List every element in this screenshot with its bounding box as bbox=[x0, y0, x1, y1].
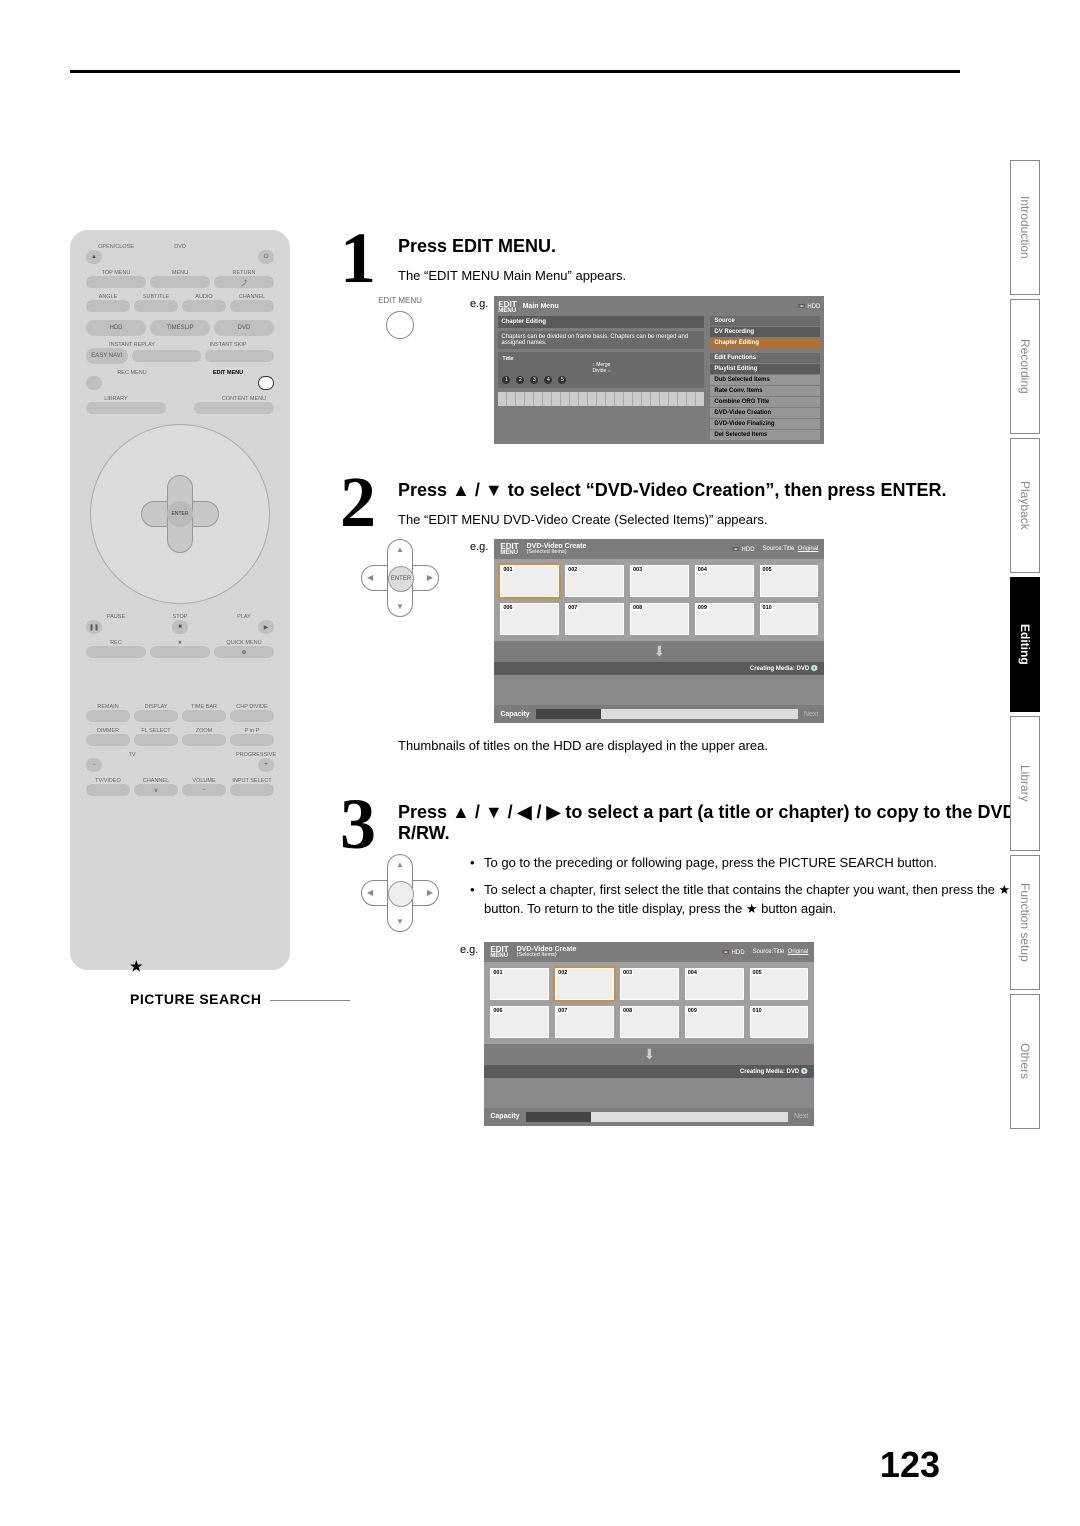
dimmer-button[interactable] bbox=[86, 734, 130, 746]
thumb bbox=[555, 1006, 614, 1038]
step-1: 1 Press EDIT MENU. The “EDIT MENU Main M… bbox=[340, 230, 1030, 444]
star-button[interactable] bbox=[150, 646, 210, 658]
edit-menu-button[interactable] bbox=[258, 376, 274, 390]
chp-divide-button[interactable] bbox=[230, 710, 274, 722]
page-number: 123 bbox=[880, 1444, 940, 1486]
eg-label: e.g. bbox=[470, 298, 488, 310]
pinp-button[interactable] bbox=[230, 734, 274, 746]
rec-button[interactable] bbox=[86, 646, 146, 658]
quick-menu-button[interactable]: ⊕ bbox=[214, 646, 274, 658]
channel-button[interactable] bbox=[230, 300, 274, 312]
step-3-title: Press ▲ / ▼ / ◀ / ▶ to select a part (a … bbox=[398, 802, 1030, 844]
thumb bbox=[555, 968, 614, 1000]
stop-button[interactable]: ■ bbox=[172, 620, 188, 634]
pause-button[interactable]: ❚❚ bbox=[86, 620, 102, 634]
step-2-title: Press ▲ / ▼ to select “DVD-Video Creatio… bbox=[398, 480, 1030, 501]
tab-introduction: Introduction bbox=[1010, 160, 1040, 295]
display-button[interactable] bbox=[134, 710, 178, 722]
angle-button[interactable] bbox=[86, 300, 130, 312]
screen-dvd-create-2: EDITMENU DVD-Video Create(Selected Items… bbox=[484, 942, 814, 1126]
tab-library: Library bbox=[1010, 716, 1040, 851]
instant-skip-button[interactable] bbox=[205, 350, 274, 362]
play-button[interactable]: ▶ bbox=[258, 620, 274, 634]
step-3: 3 Press ▲ / ▼ / ◀ / ▶ to select a part (… bbox=[340, 796, 1030, 1126]
return-button[interactable]: ⤴ bbox=[214, 276, 274, 288]
step-3-bullets: To go to the preceding or following page… bbox=[470, 854, 1030, 919]
step-2: 2 Press ▲ / ▼ to select “DVD-Video Creat… bbox=[340, 474, 1030, 766]
thumb bbox=[750, 968, 809, 1000]
thumb bbox=[490, 1006, 549, 1038]
easy-navi-button[interactable]: EASY NAVI bbox=[86, 348, 128, 364]
edit-menu-label: EDIT MENU bbox=[378, 296, 422, 305]
tab-others: Others bbox=[1010, 994, 1040, 1129]
remain-button[interactable] bbox=[86, 710, 130, 722]
library-button[interactable] bbox=[86, 402, 166, 414]
thumb bbox=[750, 1006, 809, 1038]
channel-updown-button[interactable]: ∨ bbox=[134, 784, 178, 796]
step-2-text: The “EDIT MENU DVD-Video Create (Selecte… bbox=[398, 511, 1030, 530]
screen-edit-main: EDITMENU Main Menu 📼 HDD Chapter Editing… bbox=[494, 296, 824, 444]
edit-menu-icon bbox=[386, 311, 414, 339]
audio-button[interactable] bbox=[182, 300, 226, 312]
remote-control: OPEN/CLOSE DVD ▲ ⏻ TOP MENU MENU RETURN bbox=[70, 230, 290, 970]
step-1-title: Press EDIT MENU. bbox=[398, 236, 1030, 257]
tab-function-setup: Function setup bbox=[1010, 855, 1040, 990]
thumb bbox=[630, 603, 689, 635]
step-2-note: Thumbnails of titles on the HDD are disp… bbox=[398, 737, 1030, 756]
thumb bbox=[695, 565, 754, 597]
tv-plus-button[interactable]: + bbox=[258, 758, 274, 772]
dpad-icon: ENTER ▲▼◀▶ bbox=[361, 539, 439, 617]
thumb bbox=[760, 603, 819, 635]
enter-button[interactable]: ENTER bbox=[167, 501, 193, 527]
timeslip-button[interactable]: TIMESLIP bbox=[150, 320, 210, 336]
open-close-button[interactable]: ▲ bbox=[86, 250, 102, 264]
thumb bbox=[500, 565, 559, 597]
power-button[interactable]: ⏻ bbox=[258, 250, 274, 264]
tab-editing: Editing bbox=[1010, 577, 1040, 712]
instant-replay-button[interactable] bbox=[132, 350, 201, 362]
thumb bbox=[490, 968, 549, 1000]
tab-playback: Playback bbox=[1010, 438, 1040, 573]
hdd-button[interactable]: HDD bbox=[86, 320, 146, 336]
thumb bbox=[565, 603, 624, 635]
rec-menu-button[interactable] bbox=[86, 376, 102, 390]
thumb bbox=[620, 968, 679, 1000]
menu-button[interactable] bbox=[150, 276, 210, 288]
nav-ring[interactable]: ENTER bbox=[90, 424, 270, 604]
top-menu-button[interactable] bbox=[86, 276, 146, 288]
remote-top-labels: OPEN/CLOSE DVD bbox=[84, 244, 276, 250]
eg-label: e.g. bbox=[460, 944, 478, 956]
fl-select-button[interactable] bbox=[134, 734, 178, 746]
thumb bbox=[500, 603, 559, 635]
thumb bbox=[685, 968, 744, 1000]
tv-video-button[interactable] bbox=[86, 784, 130, 796]
step-1-text: The “EDIT MENU Main Menu” appears. bbox=[398, 267, 1030, 286]
zoom-button[interactable] bbox=[182, 734, 226, 746]
side-tabs: Introduction Recording Playback Editing … bbox=[1010, 160, 1040, 1129]
picture-search-callout: ★PICTURE SEARCH bbox=[130, 958, 350, 1007]
input-select-button[interactable] bbox=[230, 784, 274, 796]
content-menu-button[interactable] bbox=[194, 402, 274, 414]
thumb bbox=[630, 565, 689, 597]
dvd-button[interactable]: DVD bbox=[214, 320, 274, 336]
thumb bbox=[760, 565, 819, 597]
top-rule bbox=[70, 70, 960, 73]
thumb bbox=[565, 565, 624, 597]
tv-minus-button[interactable]: − bbox=[86, 758, 102, 772]
thumb bbox=[695, 603, 754, 635]
eg-label: e.g. bbox=[470, 541, 488, 553]
subtitle-button[interactable] bbox=[134, 300, 178, 312]
time-bar-button[interactable] bbox=[182, 710, 226, 722]
screen-dvd-create-1: EDITMENU DVD-Video Create(Selected Items… bbox=[494, 539, 824, 723]
thumb bbox=[620, 1006, 679, 1038]
tab-recording: Recording bbox=[1010, 299, 1040, 434]
dpad-icon: ▲▼◀▶ bbox=[361, 854, 439, 932]
thumb bbox=[685, 1006, 744, 1038]
volume-button[interactable]: − bbox=[182, 784, 226, 796]
